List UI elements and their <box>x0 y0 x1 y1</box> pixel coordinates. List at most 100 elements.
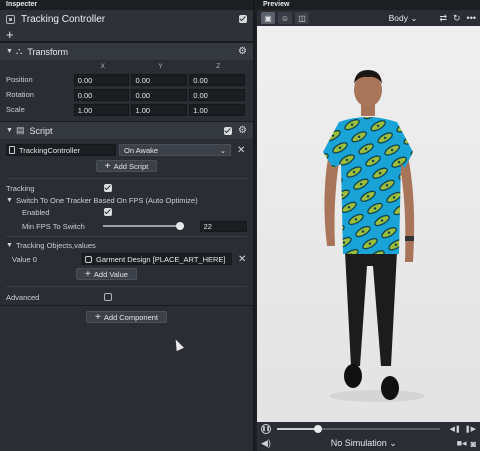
rotation-z-field[interactable]: 0.00 <box>189 88 245 101</box>
position-y-field[interactable]: 0.00 <box>131 73 188 86</box>
pause-icon[interactable]: ❚❚ <box>261 424 271 434</box>
person-preview-icon[interactable]: ▣ <box>261 12 275 24</box>
event-dropdown[interactable]: On Awake ⌄ <box>119 144 231 156</box>
playback-bar: ❚❚ ◀❚ ❚▶ <box>257 422 480 436</box>
slider-handle[interactable] <box>175 222 184 230</box>
divider <box>6 286 247 287</box>
tracking-label: Tracking <box>6 183 35 193</box>
chevron-down-icon[interactable]: ▼ <box>6 48 16 55</box>
script-asset-field[interactable]: TrackingController <box>6 144 116 156</box>
chevron-down-icon: ⌄ <box>410 12 418 23</box>
transform-title: Transform <box>27 46 68 57</box>
step-back-icon[interactable]: ◀❚ <box>450 425 461 433</box>
timeline-handle[interactable] <box>313 425 322 433</box>
close-icon[interactable]: ✕ <box>237 145 245 156</box>
script-title: Script <box>29 125 53 136</box>
rotation-x-field[interactable]: 0.00 <box>73 88 130 101</box>
chevron-down-icon[interactable]: ▼ <box>6 127 16 134</box>
scene-object-icon <box>6 14 15 24</box>
add-value-label: Add Value <box>93 269 128 279</box>
scale-z-field[interactable]: 1.00 <box>189 103 245 116</box>
add-script-row: + Add Script <box>0 158 253 176</box>
event-dropdown-value: On Awake <box>124 145 159 155</box>
tracking-row: Tracking <box>0 182 253 194</box>
tracking-objects-label: Tracking Objects,values <box>16 240 96 250</box>
enabled-checkbox[interactable] <box>104 208 112 216</box>
switch-label: Switch To One Tracker Based On FPS (Auto… <box>16 195 198 205</box>
camera-icon[interactable]: ◙ <box>471 439 476 449</box>
axis-y-label: Y <box>158 63 163 70</box>
object-enabled-checkbox[interactable] <box>239 15 247 23</box>
scale-x-field[interactable]: 1.00 <box>73 103 130 116</box>
gear-icon[interactable]: ⚙ <box>238 46 247 57</box>
simulation-select-value: No Simulation <box>330 438 387 448</box>
chevron-down-icon[interactable]: ▼ <box>6 197 16 204</box>
swap-camera-icon[interactable]: ⇄ <box>439 13 447 24</box>
plus-icon: + <box>104 160 111 172</box>
preview-viewport[interactable] <box>257 26 480 422</box>
chevron-down-icon[interactable]: ▼ <box>6 242 16 249</box>
script-icon: ▤ <box>16 125 25 135</box>
script-asset-row: TrackingController On Awake ⌄ ✕ <box>0 142 253 158</box>
add-row: + <box>0 28 253 42</box>
timeline-track[interactable] <box>277 425 440 433</box>
transform-body: X Y Z Position 0.00 0.00 0.00 Rotation 0… <box>0 60 253 121</box>
add-script-label: Add Script <box>113 161 149 171</box>
script-header[interactable]: ▼ ▤ Script ⚙ <box>0 121 253 139</box>
scale-label: Scale <box>6 105 25 114</box>
audio-icon[interactable]: ◀) <box>261 438 271 449</box>
advanced-checkbox[interactable] <box>104 293 112 301</box>
add-icon[interactable]: + <box>6 28 14 41</box>
position-z-field[interactable]: 0.00 <box>189 73 245 86</box>
camera-preview-icon[interactable]: ◫ <box>295 12 309 24</box>
tracking-checkbox[interactable] <box>104 184 112 192</box>
add-component-label: Add Component <box>103 312 159 322</box>
preview-toolbar: ▣ ☺ ◫ Body ⌄ ⇄ ↻ ••• <box>257 10 480 26</box>
simulation-select[interactable]: No Simulation ⌄ <box>271 438 457 449</box>
advanced-row: Advanced <box>0 289 253 305</box>
plus-icon: + <box>85 268 91 280</box>
record-icon[interactable]: ■◂ <box>457 438 467 449</box>
timeline-progress <box>277 428 318 430</box>
rotation-row: Rotation 0.00 0.00 0.00 <box>6 87 247 102</box>
value0-field[interactable]: Garment Design [PLACE_ART_HERE] <box>82 253 232 265</box>
add-component-row: + Add Component <box>0 306 253 327</box>
script-body: TrackingController On Awake ⌄ ✕ + Add Scr… <box>0 142 253 305</box>
min-fps-field[interactable]: 22 <box>199 220 247 232</box>
scale-row: Scale 1.00 1.00 1.00 <box>6 102 247 117</box>
object-header: Tracking Controller <box>0 10 253 28</box>
position-row: Position 0.00 0.00 0.00 <box>6 72 247 87</box>
add-value-button[interactable]: + Add Value <box>76 268 137 280</box>
script-enabled-checkbox[interactable] <box>224 126 233 135</box>
refresh-icon[interactable]: ↻ <box>453 13 461 24</box>
gear-icon[interactable]: ⚙ <box>238 125 247 136</box>
body-select[interactable]: Body ⌄ <box>389 13 418 24</box>
object-name[interactable]: Tracking Controller <box>21 14 239 25</box>
value0-label: Value 0 <box>12 254 37 264</box>
script-file-icon <box>9 146 15 154</box>
transform-header[interactable]: ▼ ⛬ Transform ⚙ <box>0 42 253 60</box>
preview-panel: Preview ▣ ☺ ◫ Body ⌄ ⇄ ↻ ••• ❚❚ ◀❚ ❚▶ ◀)… <box>257 0 480 451</box>
rotation-label: Rotation <box>6 90 34 99</box>
scale-y-field[interactable]: 1.00 <box>131 103 188 116</box>
switch-row: ▼ Switch To One Tracker Based On FPS (Au… <box>0 194 253 206</box>
more-icon[interactable]: ••• <box>467 13 476 23</box>
min-fps-label: Min FPS To Switch <box>22 221 85 231</box>
add-component-button[interactable]: + Add Component <box>85 311 168 323</box>
add-value-row: + Add Value <box>0 267 253 284</box>
position-label: Position <box>6 75 33 84</box>
divider <box>6 178 247 179</box>
min-fps-slider[interactable] <box>102 222 184 230</box>
axis-z-label: Z <box>216 63 221 70</box>
value0-asset: Garment Design [PLACE_ART_HERE] <box>96 254 226 264</box>
plus-icon: + <box>94 311 101 323</box>
position-x-field[interactable]: 0.00 <box>73 73 130 86</box>
inspector-title: Inspecter <box>0 0 253 10</box>
close-icon[interactable]: ✕ <box>238 254 246 265</box>
add-script-button[interactable]: + Add Script <box>95 160 158 172</box>
face-preview-icon[interactable]: ☺ <box>278 12 292 24</box>
inspector-panel: Inspecter Tracking Controller + ▼ ⛬ Tran… <box>0 0 255 451</box>
step-forward-icon[interactable]: ❚▶ <box>465 425 476 433</box>
value0-row: Value 0 Garment Design [PLACE_ART_HERE] … <box>0 251 253 267</box>
rotation-y-field[interactable]: 0.00 <box>131 88 188 101</box>
